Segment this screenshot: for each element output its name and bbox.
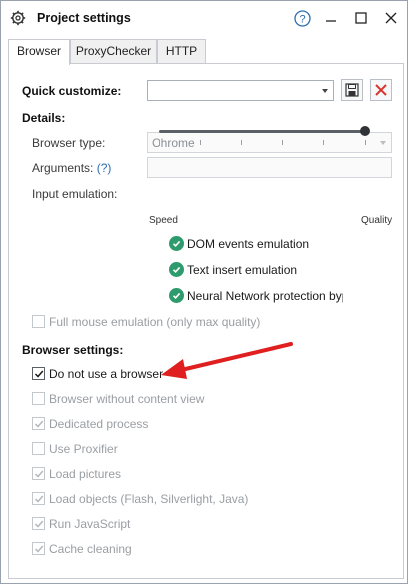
close-button[interactable] (382, 9, 400, 27)
save-preset-button[interactable] (341, 79, 363, 101)
red-arrow-annotation (161, 342, 293, 379)
checkmark-icon (34, 370, 43, 378)
browser-setting-label: Run JavaScript (49, 517, 131, 531)
checkmark-icon (34, 495, 43, 503)
quick-customize-select[interactable] (147, 80, 334, 101)
feature-text-insert: Text insert emulation (187, 263, 298, 277)
input-emulation-slider-track[interactable] (159, 130, 365, 133)
browser-setting-label: Do not use a browser (49, 367, 164, 381)
title-bar: Project settings ? (1, 1, 407, 35)
browser-setting-label: Use Proxifier (49, 442, 118, 456)
details-heading: Details: (22, 111, 66, 125)
slider-tick (282, 140, 283, 145)
maximize-button[interactable] (352, 9, 370, 27)
browser-setting-checkbox[interactable] (32, 517, 45, 530)
window-title: Project settings (37, 11, 131, 25)
browser-type-label: Browser type: (32, 136, 106, 150)
slider-max-label: Quality (361, 215, 393, 226)
chevron-down-icon (322, 89, 328, 93)
check-circle-icon (169, 288, 184, 303)
feature-neural-network: Neural Network protection bypas (187, 289, 343, 303)
full-mouse-emulation-checkbox[interactable] (32, 315, 45, 328)
browser-setting-checkbox[interactable] (32, 492, 45, 505)
feature-dom-events: DOM events emulation (187, 237, 310, 251)
browser-setting-checkbox[interactable] (32, 467, 45, 480)
quick-customize-label: Quick customize: (22, 84, 122, 98)
slider-tick (159, 140, 160, 145)
browser-setting-label: Dedicated process (49, 417, 149, 431)
svg-text:?: ? (299, 13, 305, 25)
checkmark-icon (34, 520, 43, 528)
checkmark-icon (34, 420, 43, 428)
save-icon (345, 83, 359, 97)
gear-icon (10, 10, 26, 26)
slider-min-label: Speed (149, 215, 178, 226)
browser-setting-checkbox[interactable] (32, 442, 45, 455)
project-settings-window: Project settings ? Browser ProxyChecker … (0, 0, 408, 584)
help-button[interactable]: ? (293, 9, 311, 27)
browser-setting-label: Cache cleaning (49, 542, 132, 556)
help-icon: ? (293, 9, 311, 27)
input-emulation-label: Input emulation: (32, 187, 118, 201)
minimize-icon (326, 20, 336, 22)
arguments-help-link[interactable]: (?) (97, 161, 112, 175)
arguments-label: Arguments: (?) (32, 161, 112, 175)
check-circle-icon (169, 236, 184, 251)
slider-tick (241, 140, 242, 145)
tab-strip: Browser ProxyChecker HTTP (8, 39, 404, 65)
checkmark-icon (34, 470, 43, 478)
close-icon (385, 12, 397, 24)
browser-settings-heading: Browser settings: (22, 343, 124, 357)
browser-type-select[interactable]: Chrome (147, 132, 392, 153)
input-emulation-slider-thumb[interactable] (360, 126, 370, 136)
browser-setting-checkbox[interactable] (32, 542, 45, 555)
delete-icon (375, 84, 387, 96)
delete-preset-button[interactable] (370, 79, 392, 101)
maximize-icon (355, 12, 367, 24)
browser-setting-checkbox[interactable] (32, 417, 45, 430)
minimize-button[interactable] (322, 9, 340, 27)
arguments-input[interactable] (147, 157, 392, 178)
slider-tick (200, 140, 201, 145)
chevron-down-icon (380, 141, 386, 145)
checkmark-icon (34, 545, 43, 553)
browser-setting-checkbox[interactable] (32, 367, 45, 380)
slider-tick (365, 140, 366, 145)
slider-tick (323, 140, 324, 145)
tab-http[interactable]: HTTP (157, 39, 206, 64)
tab-browser[interactable]: Browser (8, 39, 70, 65)
check-circle-icon (169, 262, 184, 277)
browser-setting-label: Load pictures (49, 467, 122, 481)
full-mouse-emulation-label: Full mouse emulation (only max quality) (49, 315, 261, 329)
browser-setting-label: Load objects (Flash, Silverlight, Java) (49, 492, 249, 506)
browser-setting-checkbox[interactable] (32, 392, 45, 405)
browser-setting-label: Browser without content view (49, 392, 205, 406)
tab-proxychecker[interactable]: ProxyChecker (70, 39, 157, 64)
